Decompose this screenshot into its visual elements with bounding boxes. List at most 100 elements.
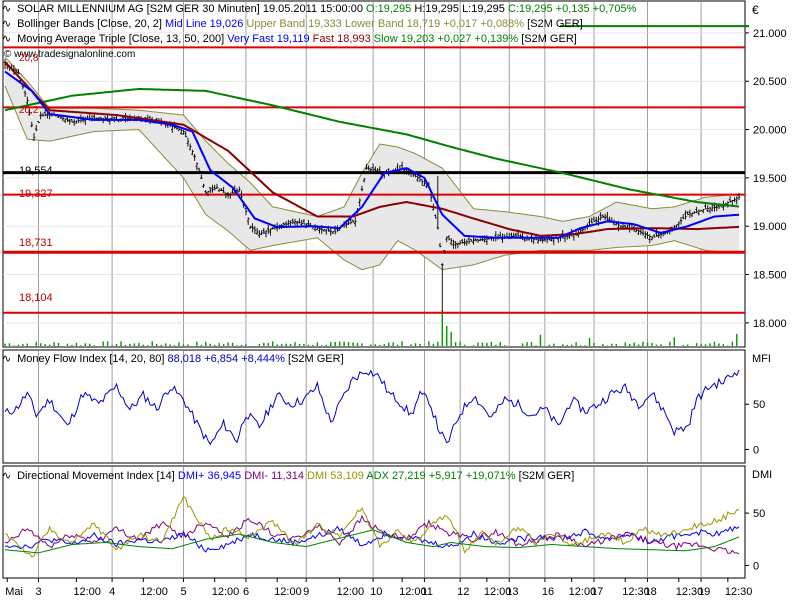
volume-bar bbox=[432, 343, 435, 346]
volume-bar bbox=[700, 343, 702, 346]
x-tick-label: 12:00 bbox=[274, 586, 302, 598]
volume-bar bbox=[334, 341, 336, 346]
x-tick-label: 12:00 bbox=[212, 586, 240, 598]
volume-bar bbox=[504, 345, 506, 346]
volume-bar bbox=[446, 326, 448, 346]
bollinger-lower: Lower Band 18,719 +0,017 +0,088% bbox=[344, 18, 525, 30]
volume-bar bbox=[535, 345, 537, 346]
mfi-value: 88,018 +6,854 +8,444% bbox=[167, 353, 285, 365]
volume-bar bbox=[553, 343, 555, 346]
volume-bar bbox=[370, 344, 372, 346]
volume-bar bbox=[736, 334, 738, 346]
ma-icon: ∿ bbox=[2, 33, 12, 45]
volume-bar bbox=[463, 344, 466, 346]
volume-bar bbox=[539, 334, 542, 346]
volume-bar bbox=[437, 341, 439, 346]
volume-bar bbox=[593, 343, 595, 346]
x-tick-label: 17 bbox=[591, 586, 603, 598]
volume-bar bbox=[325, 344, 327, 346]
volume-bar bbox=[227, 342, 229, 346]
volume-bar bbox=[178, 342, 180, 346]
volume-bar bbox=[392, 342, 394, 346]
dmi-y-tick-label: 0 bbox=[753, 560, 759, 572]
volume-bar bbox=[374, 344, 377, 346]
volume-bar bbox=[182, 344, 185, 346]
volume-bar bbox=[57, 342, 60, 346]
dmi-tag: [S2M GER] bbox=[518, 470, 575, 482]
volume-bar bbox=[396, 344, 399, 346]
volume-bar bbox=[35, 341, 37, 346]
ma-very-fast: Very Fast 19,119 bbox=[227, 33, 310, 45]
volume-bar bbox=[164, 343, 167, 346]
volume-bar bbox=[419, 343, 421, 346]
volume-bar bbox=[142, 344, 145, 346]
volume-bar bbox=[263, 342, 265, 346]
volume-bar bbox=[218, 343, 220, 346]
volume-bar bbox=[53, 342, 55, 346]
volume-bar bbox=[294, 341, 296, 346]
volume-bar bbox=[156, 343, 158, 346]
volume-bar bbox=[562, 344, 564, 346]
volume-bar bbox=[169, 344, 171, 346]
volume-bar bbox=[548, 344, 551, 346]
volume-bar bbox=[330, 342, 332, 346]
x-tick-label: 12:30 bbox=[725, 586, 753, 598]
volume-bar bbox=[196, 341, 198, 346]
volume-bar bbox=[637, 344, 640, 346]
volume-bar bbox=[209, 343, 211, 346]
volume-bar bbox=[151, 341, 153, 346]
volume-bar bbox=[272, 341, 274, 346]
volume-bar bbox=[428, 341, 430, 346]
ma-fast: Fast 18,993 bbox=[312, 33, 371, 45]
volume-bar bbox=[39, 343, 42, 346]
volume-bar bbox=[4, 343, 6, 346]
volume-bar bbox=[75, 342, 78, 346]
volume-bar bbox=[200, 344, 203, 346]
ma-tag: [S2M GER] bbox=[521, 33, 577, 45]
x-tick-label: 6 bbox=[243, 586, 249, 598]
volume-bar bbox=[646, 342, 649, 346]
x-tick-label: 10 bbox=[370, 586, 382, 598]
y-tick-label: 18.000 bbox=[753, 318, 787, 330]
volume-bar bbox=[727, 345, 729, 346]
volume-bar bbox=[267, 342, 269, 346]
volume-bar bbox=[240, 344, 243, 346]
x-tick-label: Mai bbox=[5, 586, 23, 598]
mfi-y-tick-label: 0 bbox=[753, 444, 759, 456]
volume-bar bbox=[356, 342, 359, 346]
bollinger-tag: [S2M GER] bbox=[527, 18, 583, 30]
volume-bar bbox=[298, 343, 301, 346]
volume-bar bbox=[633, 342, 635, 346]
y-tick-label: 18.500 bbox=[753, 270, 787, 282]
x-tick-label: 5 bbox=[180, 586, 186, 598]
bollinger-header: ∿ Bollinger Bands [Close, 20, 2] Mid Lin… bbox=[2, 17, 583, 31]
volume-bar bbox=[414, 343, 417, 346]
level-18731-label: 18,731 bbox=[19, 237, 53, 249]
volume-bar bbox=[441, 310, 443, 346]
mfi-y-tick-label: 50 bbox=[753, 399, 765, 411]
volume-bar bbox=[660, 344, 662, 346]
volume-bar bbox=[307, 344, 310, 346]
volume-bar bbox=[111, 345, 113, 346]
y-tick-label: 19.000 bbox=[753, 221, 787, 233]
volume-bar bbox=[222, 344, 225, 346]
chart-canvas[interactable]: 18.000 18.500 19.000 19.500 20.000 20.500 21.0… bbox=[0, 0, 800, 600]
x-tick-label: 4 bbox=[109, 586, 115, 598]
volume-bar bbox=[303, 343, 305, 346]
x-tick-label: 13 bbox=[506, 586, 518, 598]
bar-close: C:19,295 +0,135 +0,705% bbox=[507, 3, 637, 15]
volume-bar bbox=[89, 343, 91, 346]
volume-bar bbox=[682, 345, 684, 346]
volume-bar bbox=[71, 344, 73, 346]
dmi-name: Directional Movement Index [14] bbox=[17, 470, 175, 482]
volume-bar bbox=[48, 344, 51, 346]
volume-bar bbox=[655, 344, 658, 346]
x-tick-label: 9 bbox=[303, 586, 309, 598]
instrument-name: SOLAR MILLENNIUM AG [S2M GER 30 Minuten] bbox=[17, 3, 260, 15]
volume-bar bbox=[160, 344, 162, 346]
volume-bar bbox=[388, 342, 390, 346]
volume-bar bbox=[486, 342, 488, 346]
y-tick-label: 21.000 bbox=[753, 28, 787, 40]
volume-bar bbox=[722, 343, 725, 346]
volume-bar bbox=[695, 343, 698, 346]
